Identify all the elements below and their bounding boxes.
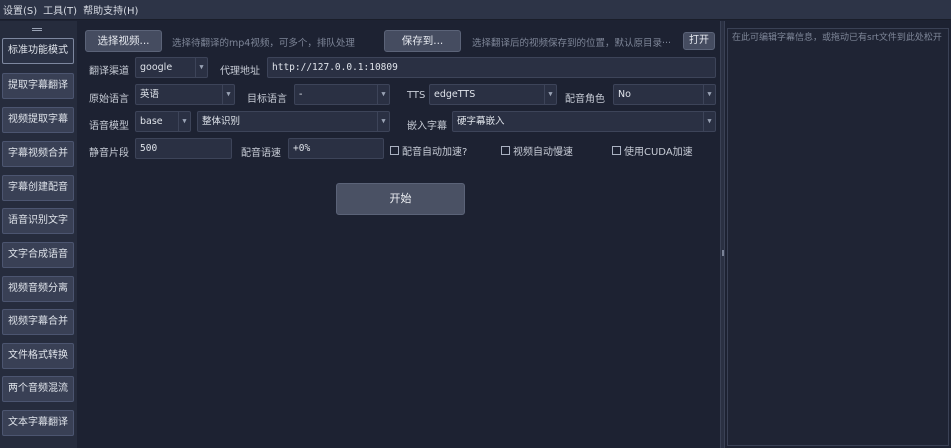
recognition-mode-value: 整体识别 [202, 116, 241, 127]
checkbox-icon [390, 146, 399, 155]
panel-splitter[interactable] [720, 21, 725, 448]
sidebar-item-audio-separation[interactable]: 视频音频分离 [2, 276, 74, 302]
auto-slow-checkbox[interactable]: 视频自动慢速 [501, 143, 573, 158]
save-to-hint: 选择翻译后的视频保存到的位置，默认原目录··· [472, 38, 672, 49]
menu-bar: 设置(S) 工具(T) 帮助支持(H) [0, 0, 951, 20]
silence-input[interactable]: 500 [135, 138, 232, 159]
sidebar-item-format-convert[interactable]: 文件格式转换 [2, 343, 74, 369]
subtitle-editor[interactable]: 在此可编辑字幕信息，或拖动已有srt文件到此处松开 [727, 28, 949, 446]
voice-role-select[interactable]: No ▼ [613, 84, 716, 105]
subtitle-editor-placeholder: 在此可编辑字幕信息，或拖动已有srt文件到此处松开 [732, 33, 942, 43]
auto-slow-label: 视频自动慢速 [513, 147, 573, 158]
menu-tools[interactable]: 工具(T) [43, 2, 77, 17]
target-language-select[interactable]: - ▼ [294, 84, 390, 105]
sidebar-item-subtitle-dubbing[interactable]: 字幕创建配音 [2, 175, 74, 201]
voice-role-value: No [618, 89, 631, 100]
sidebar-item-text-to-speech[interactable]: 文字合成语音 [2, 242, 74, 268]
model-label: 语音模型 [89, 121, 129, 132]
model-value: base [140, 116, 163, 127]
chevron-down-icon: ▼ [377, 85, 389, 104]
checkbox-icon [612, 146, 621, 155]
start-button[interactable]: 开始 [336, 183, 465, 215]
auto-accelerate-checkbox[interactable]: 配音自动加速? [390, 143, 467, 158]
silence-label: 静音片段 [89, 148, 129, 159]
chevron-down-icon: ▼ [544, 85, 556, 104]
checkbox-icon [501, 146, 510, 155]
splitter-grip-icon [722, 250, 724, 256]
proxy-input[interactable]: http://127.0.0.1:10809 [267, 57, 716, 78]
target-language-label: 目标语言 [247, 94, 287, 105]
sidebar-item-text-subtitle-translate[interactable]: 文本字幕翻译 [2, 410, 74, 436]
select-video-button[interactable]: 选择视频... [85, 30, 162, 52]
sidebar-item-subtitle-video-merge[interactable]: 字幕视频合并 [2, 141, 74, 167]
chevron-down-icon: ▼ [703, 85, 715, 104]
sidebar-item-audio-mix[interactable]: 两个音频混流 [2, 376, 74, 402]
model-select[interactable]: base ▼ [135, 111, 191, 132]
recognition-mode-select[interactable]: 整体识别 ▼ [197, 111, 390, 132]
target-language-value: - [299, 89, 303, 100]
translate-channel-label: 翻译渠道 [89, 66, 129, 77]
tts-select[interactable]: edgeTTS ▼ [429, 84, 557, 105]
proxy-label: 代理地址 [220, 66, 260, 77]
chevron-down-icon: ▼ [222, 85, 234, 104]
tts-label: TTS [407, 90, 426, 101]
translate-channel-select[interactable]: google ▼ [135, 57, 208, 78]
source-language-select[interactable]: 英语 ▼ [135, 84, 235, 105]
cuda-checkbox[interactable]: 使用CUDA加速 [612, 143, 693, 158]
menu-help[interactable]: 帮助支持(H) [83, 2, 138, 17]
sidebar-item-extract-translate[interactable]: 提取字幕翻译 [2, 73, 74, 99]
open-folder-button[interactable]: 打开 [683, 32, 715, 50]
translate-channel-value: google [140, 62, 173, 73]
menu-settings[interactable]: 设置(S) [3, 2, 37, 17]
source-language-value: 英语 [140, 89, 160, 100]
sidebar-item-video-extract-subtitle[interactable]: 视频提取字幕 [2, 107, 74, 133]
voice-role-label: 配音角色 [565, 94, 605, 105]
drag-handle-icon[interactable] [32, 28, 42, 31]
sidebar: 标准功能模式 提取字幕翻译 视频提取字幕 字幕视频合并 字幕创建配音 语音识别文… [0, 21, 77, 448]
sidebar-item-standard-mode[interactable]: 标准功能模式 [2, 38, 74, 64]
chevron-down-icon: ▼ [178, 112, 190, 131]
sidebar-item-speech-recognition[interactable]: 语音识别文字 [2, 208, 74, 234]
chevron-down-icon: ▼ [195, 58, 207, 77]
embed-subtitle-select[interactable]: 硬字幕嵌入 ▼ [452, 111, 716, 132]
source-language-label: 原始语言 [89, 94, 129, 105]
save-to-button[interactable]: 保存到... [384, 30, 461, 52]
embed-subtitle-value: 硬字幕嵌入 [457, 116, 505, 127]
auto-accelerate-label: 配音自动加速? [402, 147, 468, 158]
sidebar-item-video-subtitle-merge[interactable]: 视频字幕合并 [2, 309, 74, 335]
embed-subtitle-label: 嵌入字幕 [407, 121, 447, 132]
main-panel: 选择视频... 选择待翻译的mp4视频，可多个，排队处理 保存到... 选择翻译… [77, 21, 720, 448]
voice-rate-input[interactable]: +0% [288, 138, 384, 159]
chevron-down-icon: ▼ [377, 112, 389, 131]
voice-rate-label: 配音语速 [241, 148, 281, 159]
cuda-label: 使用CUDA加速 [624, 147, 693, 158]
tts-value: edgeTTS [434, 89, 476, 100]
chevron-down-icon: ▼ [703, 112, 715, 131]
select-video-hint: 选择待翻译的mp4视频，可多个，排队处理 [172, 38, 355, 49]
